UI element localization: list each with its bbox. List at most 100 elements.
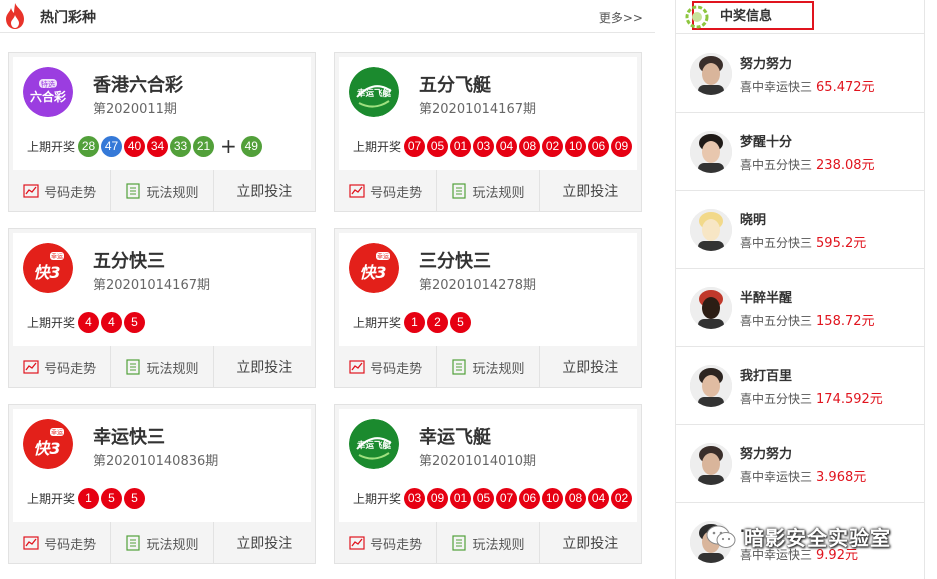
winner-name: 半醉半醒: [740, 291, 793, 306]
draw-ball: 4: [101, 311, 123, 333]
lottery-name[interactable]: 香港六合彩: [93, 71, 183, 97]
rules-button[interactable]: 玩法规则: [437, 346, 540, 388]
win-amount-wrap: 3.968元: [816, 470, 866, 485]
lottery-logo[interactable]: 幸运 快3: [23, 243, 73, 293]
avatar[interactable]: [690, 443, 732, 485]
card-body[interactable]: 幸运飞艇 五分飞艇 第20201014167期 上期开奖 07 05 01 03 04 0…: [339, 57, 637, 170]
lottery-logo[interactable]: 幸运飞艇: [349, 67, 399, 117]
draw-ball: 04: [496, 135, 518, 157]
rules-icon: [452, 183, 467, 199]
card-body[interactable]: 幸运 快3 三分快三 第20201014278期 上期开奖 125: [339, 233, 637, 346]
draw-ball: 5: [124, 487, 146, 509]
winner-item: 半醉半醒 喜中五分快三 158.72元: [676, 269, 924, 347]
rules-label: 玩法规则: [472, 185, 525, 201]
win-prefix: 喜中: [740, 314, 765, 328]
last-draw-label: 上期开奖: [353, 491, 402, 506]
last-draw-row: 上期开奖 125: [353, 311, 473, 333]
winners-panel: 中奖信息 努力努力 喜中幸运快三 65.472元 梦醒十分 喜中五分快三 238.0…: [675, 0, 925, 579]
win-game: 五分快三: [764, 158, 813, 172]
draw-ball: 08: [565, 487, 587, 509]
rules-button[interactable]: 玩法规则: [111, 522, 214, 564]
avatar[interactable]: [690, 365, 732, 407]
bet-button[interactable]: 立即投注: [540, 522, 641, 564]
lottery-name[interactable]: 幸运飞艇: [419, 423, 491, 449]
card-body[interactable]: 幸运 快3 五分快三 第20201014167期 上期开奖 445: [13, 233, 311, 346]
avatar[interactable]: [690, 287, 732, 329]
win-amount: 158.72: [816, 314, 862, 329]
trend-button[interactable]: 号码走势: [9, 170, 112, 212]
draw-ball: 1: [78, 487, 100, 509]
special-ball: 49: [240, 135, 262, 157]
winner-description: 喜中五分快三 174.592元: [740, 388, 883, 407]
trend-label: 号码走势: [370, 185, 423, 201]
lottery-name[interactable]: 幸运快三: [93, 423, 165, 449]
draw-ball: 05: [427, 135, 449, 157]
lottery-name[interactable]: 三分快三: [419, 247, 491, 273]
last-draw-label: 上期开奖: [27, 139, 76, 154]
award-icon: [685, 5, 709, 29]
last-draw-label: 上期开奖: [27, 491, 76, 506]
win-amount-wrap: 238.08元: [816, 158, 875, 173]
lottery-card: 特选 六合彩 香港六合彩 第2020011期 上期开奖 28 47 40 34 33 21…: [8, 52, 316, 212]
card-body[interactable]: 幸运 快3 幸运快三 第202010140836期 上期开奖 155: [13, 409, 311, 522]
win-prefix: 喜中: [740, 158, 765, 172]
trend-icon: [349, 184, 365, 198]
win-suffix: 元: [869, 392, 883, 407]
lottery-logo[interactable]: 幸运飞艇: [349, 419, 399, 469]
lottery-logo[interactable]: 特选 六合彩: [23, 67, 73, 117]
avatar[interactable]: [690, 209, 732, 251]
draw-ball: 01: [450, 487, 472, 509]
lottery-card: 幸运 快3 幸运快三 第202010140836期 上期开奖 155 号码走势 …: [8, 404, 316, 564]
trend-button[interactable]: 号码走势: [335, 522, 438, 564]
trend-button[interactable]: 号码走势: [9, 522, 112, 564]
bet-button[interactable]: 立即投注: [540, 346, 641, 388]
winner-name: 梦醒十分: [740, 135, 793, 150]
win-prefix: 喜中: [740, 236, 765, 250]
more-link[interactable]: 更多>>: [599, 9, 643, 26]
plus-sign: +: [220, 134, 237, 158]
draw-ball: 33: [170, 135, 192, 157]
trend-button[interactable]: 号码走势: [335, 170, 438, 212]
trend-button[interactable]: 号码走势: [9, 346, 112, 388]
draw-ball: 06: [519, 487, 541, 509]
bet-button[interactable]: 立即投注: [214, 522, 315, 564]
bet-button[interactable]: 立即投注: [214, 346, 315, 388]
rules-button[interactable]: 玩法规则: [111, 346, 214, 388]
lottery-logo[interactable]: 幸运 快3: [349, 243, 399, 293]
avatar[interactable]: [690, 53, 732, 95]
draw-ball: 07: [496, 487, 518, 509]
winners-title: 中奖信息: [720, 9, 773, 24]
rules-button[interactable]: 玩法规则: [437, 522, 540, 564]
draw-ball: 21: [193, 135, 215, 157]
bet-button[interactable]: 立即投注: [214, 170, 315, 212]
wechat-icon: [706, 525, 736, 548]
draw-ball: 1: [404, 311, 426, 333]
winner-name: 努力努力: [740, 447, 793, 462]
hot-lottery-header: 热门彩种 更多>>: [0, 0, 655, 32]
bet-button[interactable]: 立即投注: [540, 170, 641, 212]
win-game: 五分快三: [764, 236, 813, 250]
winner-name: 我打百里: [740, 369, 793, 384]
bet-label: 立即投注: [236, 536, 293, 552]
lottery-logo[interactable]: 幸运 快3: [23, 419, 73, 469]
win-game: 幸运快三: [764, 80, 813, 94]
draw-ball: 09: [427, 487, 449, 509]
last-draw-row: 上期开奖 445: [27, 311, 147, 333]
card-body[interactable]: 特选 六合彩 香港六合彩 第2020011期 上期开奖 28 47 40 34 33 21…: [13, 57, 311, 170]
trend-icon: [23, 360, 39, 374]
logo-small-text: 幸运: [51, 429, 63, 437]
avatar[interactable]: [690, 131, 732, 173]
card-actions: 号码走势 玩法规则 立即投注: [335, 170, 641, 212]
rules-button[interactable]: 玩法规则: [437, 170, 540, 212]
lottery-period: 第20201014010期: [419, 454, 536, 469]
card-body[interactable]: 幸运飞艇 幸运飞艇 第20201014010期 上期开奖 03 09 01 05 07 0…: [339, 409, 637, 522]
trend-button[interactable]: 号码走势: [335, 346, 438, 388]
lottery-name[interactable]: 五分飞艇: [419, 71, 491, 97]
lottery-name[interactable]: 五分快三: [93, 247, 165, 273]
draw-ball: 05: [473, 487, 495, 509]
win-suffix: 元: [861, 80, 875, 95]
rules-button[interactable]: 玩法规则: [111, 170, 214, 212]
draw-ball: 34: [147, 135, 169, 157]
win-amount-wrap: 158.72元: [816, 314, 875, 329]
winner-item: 梦醒十分 喜中五分快三 238.08元: [676, 113, 924, 191]
